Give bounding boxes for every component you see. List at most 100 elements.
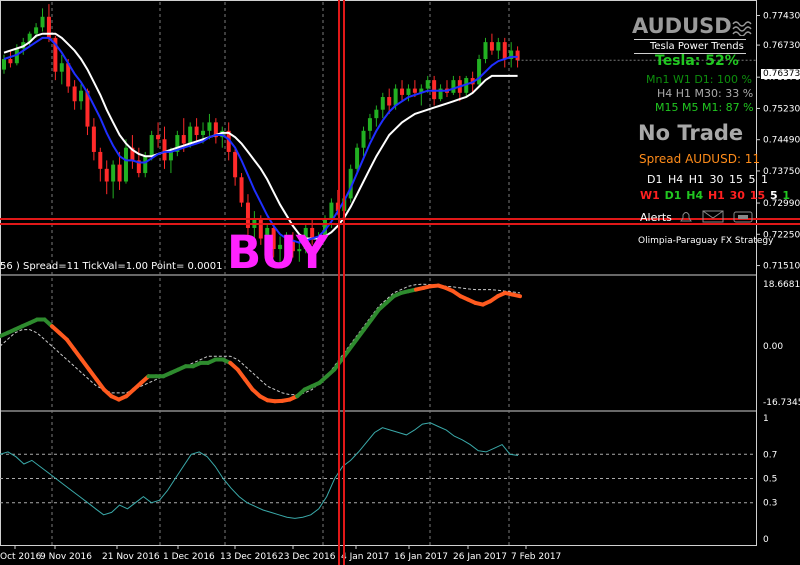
candle-body [432, 80, 437, 100]
candle-body [123, 147, 128, 182]
candle-body [46, 16, 51, 38]
candle-body [502, 42, 507, 60]
cyan-oscillator-layer [0, 422, 756, 519]
x-tick-label: Oct 2016 [0, 552, 42, 562]
candle-body [149, 135, 154, 157]
candle-body [406, 88, 411, 95]
decision-label: No Trade [638, 121, 744, 145]
osc2-tick-label: 0.5 [763, 475, 777, 485]
osc-tick-label: 0.00 [763, 342, 783, 352]
candle-body [515, 50, 520, 61]
chart-frame [0, 0, 757, 546]
osc-signal-line [0, 283, 521, 396]
alerts-label: Alerts [640, 211, 672, 224]
candle-body [194, 126, 199, 136]
trend-row-1: Mn1 W1 D1: 100 % [646, 73, 752, 86]
phone-icon[interactable] [732, 208, 754, 223]
candle-body [380, 97, 385, 110]
x-tick-label: 9 Nov 2016 [40, 552, 92, 562]
tf-signal-d1: D1 [664, 189, 687, 202]
tf-signal-w1: W1 [640, 189, 665, 202]
price-tick-label: 0.74490 [763, 136, 800, 146]
trend-row-2: H4 H1 M30: 33 % [657, 87, 754, 100]
timeframe-row: D1 H4 H1 30 15 5 1 [647, 173, 768, 186]
x-tick-label: 21 Nov 2016 [102, 552, 160, 562]
candle-body [387, 97, 392, 106]
osc2-cyan-line [0, 422, 519, 519]
indicator-info-line: 56 ) Spread=11 TickVal=1.00 Point= 0.000… [0, 261, 223, 272]
candle-body [496, 42, 501, 51]
candle-body [34, 27, 39, 34]
candle-body [412, 88, 417, 93]
candle-body [233, 151, 238, 178]
x-tick-label: 4 Jan 2017 [341, 552, 389, 562]
tf-signal-15: 15 [749, 189, 770, 202]
tf-5: 5 [748, 173, 756, 186]
timeframe-signal-row: W1 D1 H4 H1 30 15 5 1 [640, 189, 790, 202]
price-tick-label: 0.77430 [763, 12, 800, 22]
buy-signal-label: BUY [227, 226, 328, 279]
candle-body [72, 86, 77, 102]
candle-body [361, 130, 366, 148]
tesla-value: Tesla: 52% [655, 53, 739, 69]
osc2-tick-label: 0 [763, 535, 769, 545]
mail-icon[interactable] [702, 208, 724, 223]
osc2-tick-label: 1 [763, 414, 769, 424]
candle-body [111, 164, 116, 182]
candle-body [156, 135, 161, 140]
candle-body [400, 88, 405, 95]
panel-underline [634, 39, 746, 40]
candle-body [40, 16, 45, 28]
spread-label: Spread AUDUSD: 11 [639, 152, 761, 166]
x-tick-label: 23 Dec 2016 [278, 552, 336, 562]
candle-body [201, 130, 206, 136]
candle-body [239, 177, 244, 203]
candle-body [477, 59, 482, 85]
candle-body [2, 59, 6, 70]
price-tick-label: 0.73750 [763, 167, 800, 177]
strategy-label: Olimpia-Paraguay FX Strategy [638, 236, 774, 246]
current-price-box: 0.76373 [761, 69, 800, 79]
osc2-tick-label: 0.7 [763, 450, 777, 460]
trend-title: Tesla Power Trends [650, 41, 744, 52]
candle-body [181, 135, 186, 144]
candle-body [143, 156, 148, 174]
x-tick-label: 16 Jan 2017 [394, 552, 448, 562]
osc-tick-label: 18.6681 [763, 280, 800, 290]
wave-icon [732, 18, 756, 37]
bell-icon[interactable] [678, 209, 694, 223]
candle-body [59, 63, 64, 72]
candle-body [207, 122, 212, 131]
tf-1: 1 [761, 173, 769, 186]
x-tick-label: 1 Dec 2016 [163, 552, 215, 562]
candle-body [483, 42, 488, 60]
tf-signal-1: 1 [782, 189, 791, 202]
osc-tick-label: -16.7345 [763, 398, 800, 408]
candle-body [104, 168, 109, 182]
candle-body [355, 147, 360, 169]
price-tick-label: 0.76730 [763, 41, 800, 51]
candle-body [329, 202, 334, 220]
tf-signal-h4: H4 [686, 189, 708, 202]
price-tick-label: 0.71510 [763, 262, 800, 272]
candle-body [367, 118, 372, 131]
tf-d1: D1 [647, 173, 663, 186]
osc-main-segment [510, 292, 522, 299]
candle-body [162, 139, 167, 161]
osc2-tick-label: 0.3 [763, 499, 777, 509]
candle-body [425, 80, 430, 89]
candle-body [79, 90, 84, 102]
x-tick-label: 13 Dec 2016 [220, 552, 278, 562]
candle-body [91, 126, 96, 152]
trend-row-3: M15 M5 M1: 87 % [655, 101, 754, 114]
ma-blue-line [3, 36, 518, 244]
candle-body [168, 151, 173, 161]
price-tick-label: 0.75230 [763, 104, 800, 114]
ma-white-line [3, 32, 518, 240]
candle-body [188, 126, 193, 144]
tf-signal-h1: H1 [707, 189, 730, 202]
tf-15: 15 [729, 173, 744, 186]
x-tick-label: 26 Jan 2017 [453, 552, 507, 562]
candle-body [489, 42, 494, 51]
candle-body [393, 88, 398, 106]
